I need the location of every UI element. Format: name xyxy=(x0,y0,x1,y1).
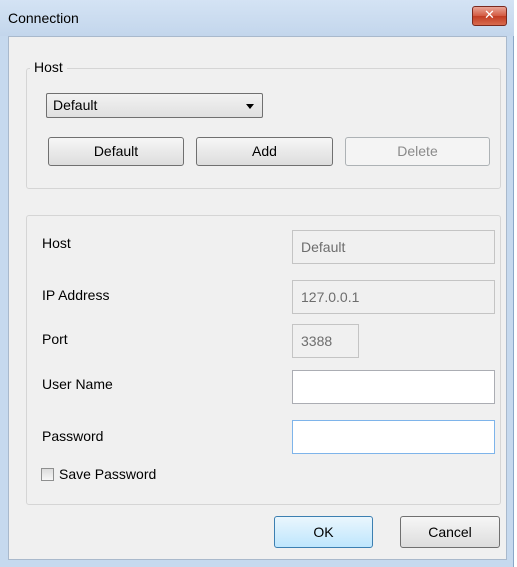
connection-dialog: Connection ✕ Host Default Default Add De… xyxy=(0,0,514,567)
ip-address-label: IP Address xyxy=(42,287,110,303)
user-name-label: User Name xyxy=(42,376,113,392)
title-bar[interactable]: Connection ✕ xyxy=(0,0,514,36)
dialog-title: Connection xyxy=(8,10,79,26)
host-groupbox xyxy=(26,68,501,189)
host-group-legend: Host xyxy=(30,59,67,75)
host-select-value: Default xyxy=(53,97,98,113)
default-button[interactable]: Default xyxy=(48,137,184,166)
ok-button[interactable]: OK xyxy=(274,516,373,548)
save-password-checkbox[interactable] xyxy=(41,468,54,481)
host-label: Host xyxy=(42,235,71,251)
save-password-label[interactable]: Save Password xyxy=(59,466,156,482)
host-select[interactable]: Default xyxy=(46,93,263,118)
host-field[interactable]: Default xyxy=(292,230,495,264)
close-button[interactable]: ✕ xyxy=(472,6,507,26)
add-button[interactable]: Add xyxy=(196,137,333,166)
port-field[interactable]: 3388 xyxy=(292,324,359,358)
delete-button[interactable]: Delete xyxy=(345,137,490,166)
cancel-button[interactable]: Cancel xyxy=(400,516,500,548)
password-label: Password xyxy=(42,428,104,444)
ip-address-field[interactable]: 127.0.0.1 xyxy=(292,280,495,314)
port-label: Port xyxy=(42,331,68,347)
close-icon: ✕ xyxy=(484,8,495,23)
chevron-down-icon xyxy=(246,104,254,109)
user-name-field[interactable] xyxy=(292,370,495,404)
password-field[interactable] xyxy=(292,420,495,454)
